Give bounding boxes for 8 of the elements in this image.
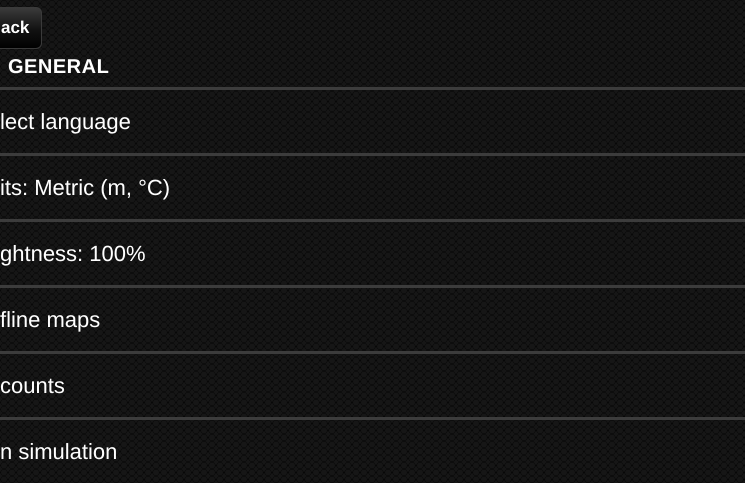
settings-item[interactable]: ghtness: 100% xyxy=(0,219,745,285)
settings-item[interactable]: lect language xyxy=(0,87,745,153)
settings-item[interactable]: fline maps xyxy=(0,285,745,351)
settings-item[interactable]: its: Metric (m, °C) xyxy=(0,153,745,219)
section-header: GENERAL xyxy=(7,55,110,80)
settings-item[interactable]: n simulation xyxy=(0,417,745,483)
settings-item[interactable]: counts xyxy=(0,351,745,417)
back-button[interactable]: ack xyxy=(0,7,42,50)
